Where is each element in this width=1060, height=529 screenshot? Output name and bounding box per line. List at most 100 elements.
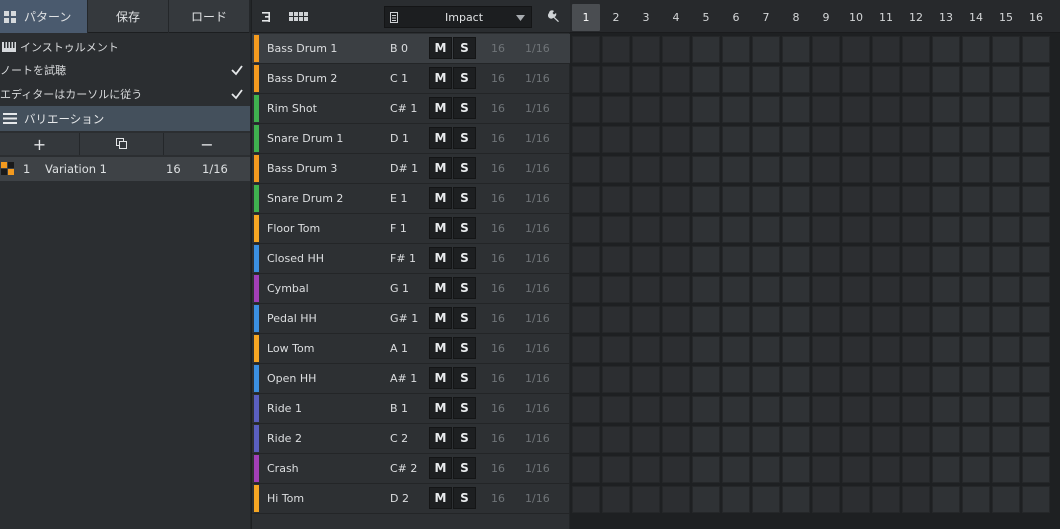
step-cell[interactable] — [872, 246, 900, 273]
step-cell[interactable] — [842, 186, 870, 213]
tab-load[interactable]: ロード — [169, 0, 250, 33]
step-cell[interactable] — [632, 336, 660, 363]
step-cell[interactable] — [872, 36, 900, 63]
step-cell[interactable] — [632, 186, 660, 213]
step-cell[interactable] — [602, 156, 630, 183]
step-number[interactable]: 3 — [632, 4, 660, 31]
instrument-row[interactable]: Ride 2 C 2 M S 16 1/16 — [252, 424, 570, 454]
step-cell[interactable] — [872, 456, 900, 483]
step-cell[interactable] — [632, 426, 660, 453]
editor-follows-cursor-option[interactable]: エディターはカーソルに従う — [0, 82, 250, 105]
solo-button[interactable]: S — [453, 187, 476, 209]
step-cell[interactable] — [872, 276, 900, 303]
step-cell[interactable] — [812, 216, 840, 243]
mute-button[interactable]: M — [429, 427, 452, 449]
step-cell[interactable] — [842, 66, 870, 93]
step-cell[interactable] — [842, 306, 870, 333]
step-cell[interactable] — [962, 216, 990, 243]
checkmark-icon[interactable] — [229, 86, 245, 102]
step-cell[interactable] — [812, 186, 840, 213]
step-cell[interactable] — [902, 246, 930, 273]
step-cell[interactable] — [1022, 216, 1050, 243]
step-cell[interactable] — [662, 336, 690, 363]
step-cell[interactable] — [932, 276, 960, 303]
step-cell[interactable] — [662, 486, 690, 513]
step-cell[interactable] — [752, 246, 780, 273]
step-cell[interactable] — [602, 366, 630, 393]
instrument-option[interactable]: インストゥルメント — [0, 35, 250, 58]
step-cell[interactable] — [782, 366, 810, 393]
step-cell[interactable] — [992, 426, 1020, 453]
step-cell[interactable] — [662, 186, 690, 213]
step-cell[interactable] — [782, 66, 810, 93]
step-cell[interactable] — [992, 486, 1020, 513]
step-cell[interactable] — [902, 156, 930, 183]
step-cell[interactable] — [752, 336, 780, 363]
mute-button[interactable]: M — [429, 367, 452, 389]
step-cell[interactable] — [812, 156, 840, 183]
mute-button[interactable]: M — [429, 67, 452, 89]
step-cell[interactable] — [602, 66, 630, 93]
step-cell[interactable] — [722, 276, 750, 303]
step-cell[interactable] — [782, 276, 810, 303]
step-cell[interactable] — [962, 396, 990, 423]
mute-button[interactable]: M — [429, 217, 452, 239]
step-cell[interactable] — [842, 36, 870, 63]
step-cell[interactable] — [812, 276, 840, 303]
step-cell[interactable] — [872, 126, 900, 153]
step-cell[interactable] — [662, 36, 690, 63]
step-cell[interactable] — [992, 276, 1020, 303]
step-cell[interactable] — [842, 96, 870, 123]
step-cell[interactable] — [962, 426, 990, 453]
step-cell[interactable] — [812, 36, 840, 63]
step-cell[interactable] — [932, 36, 960, 63]
checkmark-icon[interactable] — [229, 62, 245, 78]
step-cell[interactable] — [602, 126, 630, 153]
step-cell[interactable] — [842, 126, 870, 153]
solo-button[interactable]: S — [453, 457, 476, 479]
step-cell[interactable] — [572, 456, 600, 483]
step-cell[interactable] — [722, 126, 750, 153]
mute-button[interactable]: M — [429, 337, 452, 359]
step-cell[interactable] — [872, 96, 900, 123]
step-number[interactable]: 11 — [872, 4, 900, 31]
duplicate-variation-button[interactable] — [80, 133, 164, 155]
step-cell[interactable] — [992, 36, 1020, 63]
step-cell[interactable] — [752, 186, 780, 213]
step-cell[interactable] — [692, 306, 720, 333]
step-cell[interactable] — [962, 456, 990, 483]
variation-row[interactable]: 1 Variation 1 16 1/16 — [0, 157, 250, 181]
step-cell[interactable] — [812, 336, 840, 363]
tab-save[interactable]: 保存 — [88, 0, 169, 33]
step-cell[interactable] — [812, 486, 840, 513]
step-cell[interactable] — [962, 276, 990, 303]
solo-button[interactable]: S — [453, 97, 476, 119]
step-cell[interactable] — [722, 306, 750, 333]
step-cell[interactable] — [1022, 66, 1050, 93]
step-cell[interactable] — [1022, 396, 1050, 423]
step-cell[interactable] — [932, 96, 960, 123]
step-cell[interactable] — [992, 336, 1020, 363]
step-number[interactable]: 4 — [662, 4, 690, 31]
step-cell[interactable] — [992, 456, 1020, 483]
step-cell[interactable] — [842, 486, 870, 513]
step-cell[interactable] — [752, 126, 780, 153]
solo-button[interactable]: S — [453, 367, 476, 389]
step-cell[interactable] — [962, 306, 990, 333]
step-cell[interactable] — [842, 336, 870, 363]
step-number[interactable]: 15 — [992, 4, 1020, 31]
step-cell[interactable] — [752, 96, 780, 123]
step-cell[interactable] — [842, 396, 870, 423]
step-cell[interactable] — [662, 156, 690, 183]
step-cell[interactable] — [572, 36, 600, 63]
step-cell[interactable] — [1022, 306, 1050, 333]
step-cell[interactable] — [1022, 246, 1050, 273]
instrument-row[interactable]: Closed HH F# 1 M S 16 1/16 — [252, 244, 570, 274]
wrench-icon[interactable] — [548, 10, 560, 22]
step-cell[interactable] — [722, 186, 750, 213]
solo-button[interactable]: S — [453, 487, 476, 509]
step-cell[interactable] — [632, 456, 660, 483]
step-cell[interactable] — [572, 306, 600, 333]
step-cell[interactable] — [1022, 186, 1050, 213]
solo-button[interactable]: S — [453, 37, 476, 59]
